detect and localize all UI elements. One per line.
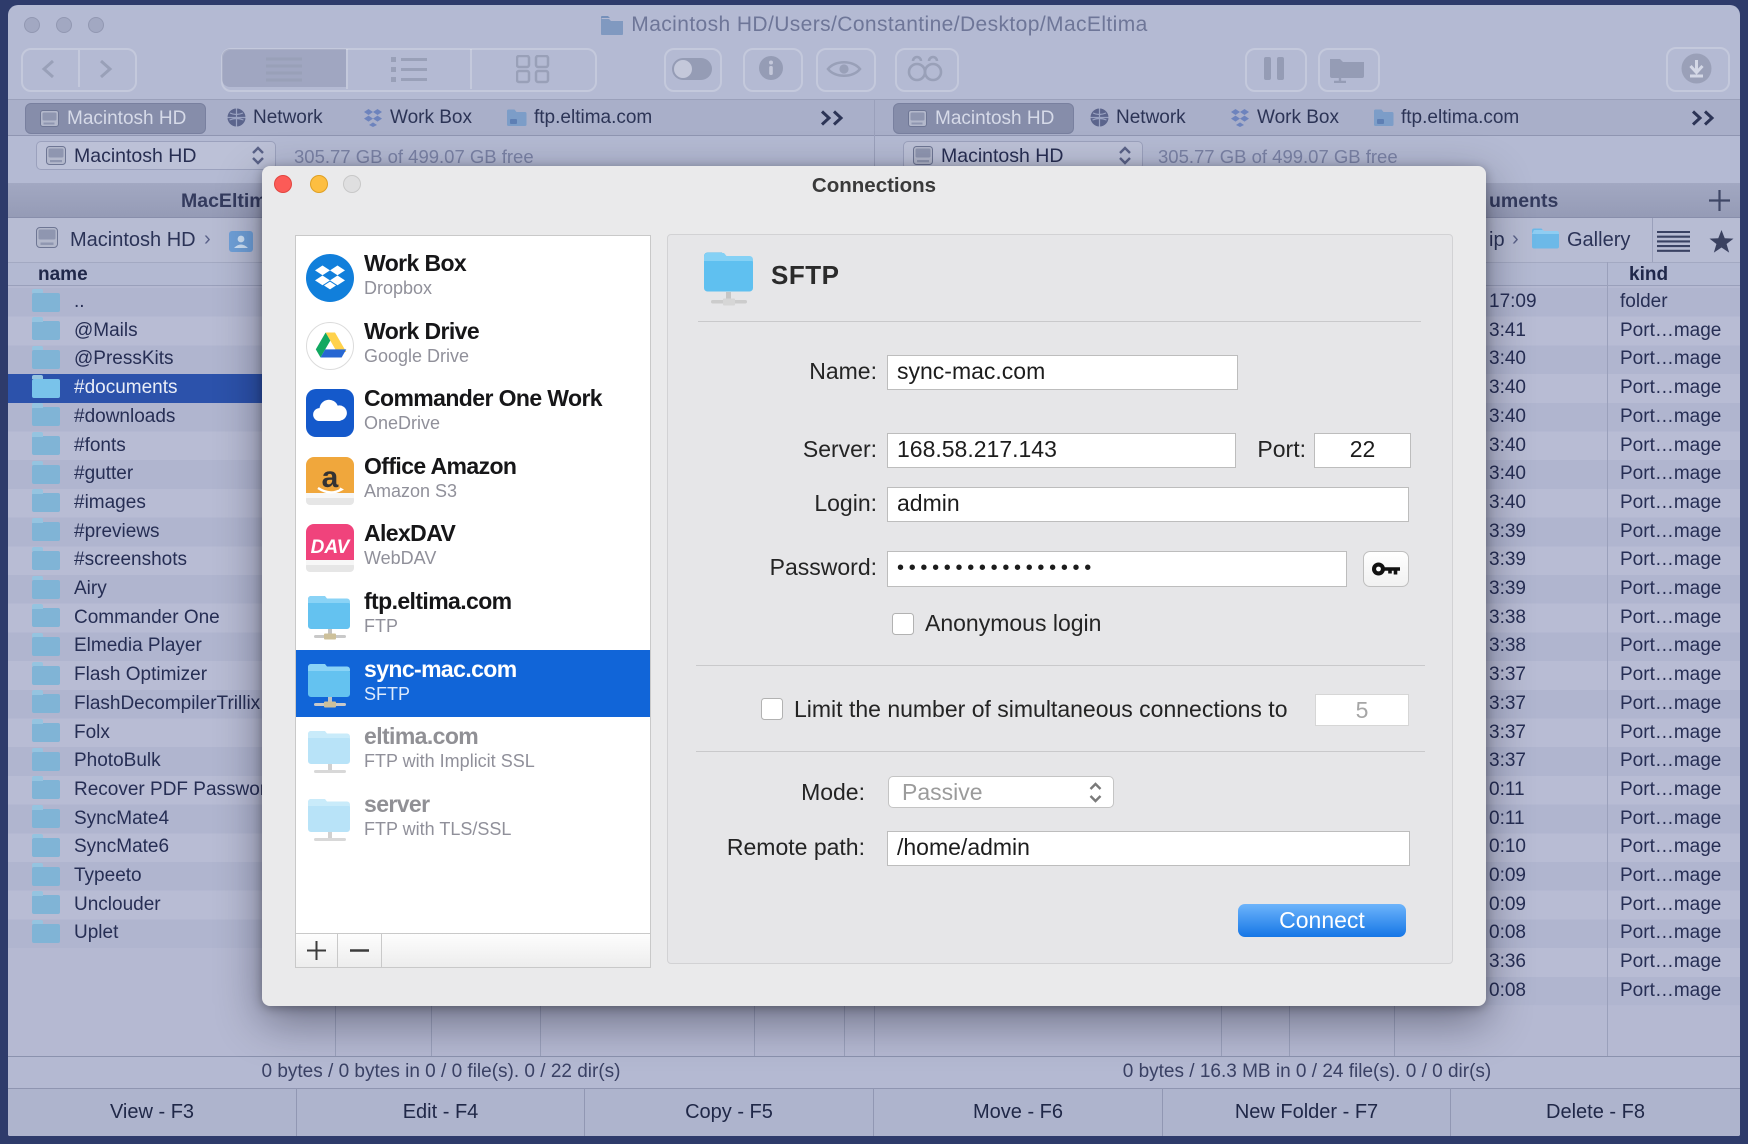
svg-text:a: a	[322, 461, 339, 494]
svg-text:DAV: DAV	[311, 537, 351, 558]
